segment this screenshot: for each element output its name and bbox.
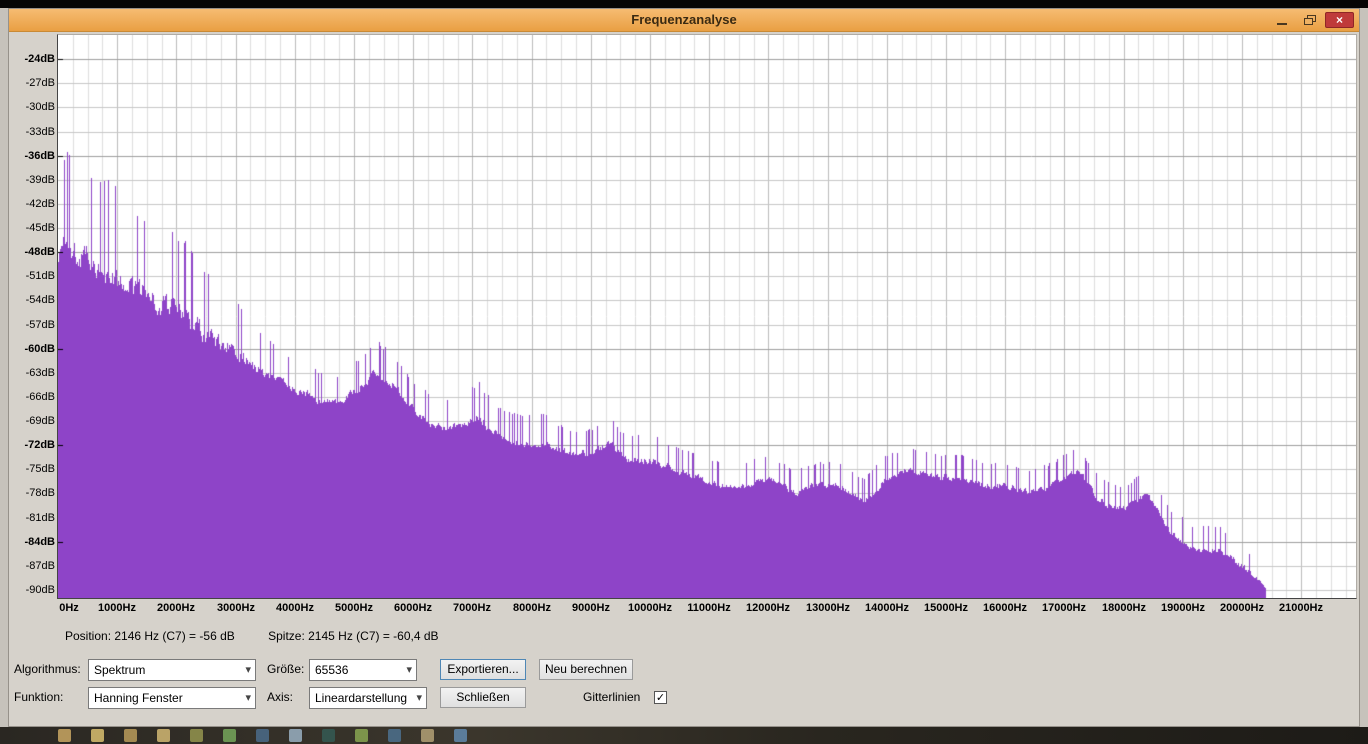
algorithm-select[interactable]: Spektrum ▾ [88,659,256,681]
function-value: Hanning Fenster [94,691,183,705]
x-tick-label: 3000Hz [217,602,255,614]
y-tick-label: -54dB [25,294,55,306]
axis-value: Lineardarstellung [315,691,408,705]
y-tick-label: -69dB [25,415,55,427]
y-tick-label: -57dB [25,319,55,331]
y-tick-label: -36dB [24,150,55,162]
gridlines-label: Gitterlinien [583,690,641,704]
desktop-icon[interactable] [454,729,467,742]
desktop-icon[interactable] [289,729,302,742]
y-tick-label: -78dB [25,487,55,499]
x-tick-label: 15000Hz [923,602,969,614]
check-icon: ✓ [655,692,666,704]
x-tick-label: 11000Hz [687,602,731,614]
y-tick-label: -60dB [24,343,55,355]
y-tick-label: -72dB [24,439,55,451]
peak-readout: Spitze: 2145 Hz (C7) = -60,4 dB [268,629,439,643]
desktop-icon[interactable] [322,729,335,742]
x-tick-label: 1000Hz [98,602,136,614]
y-tick-label: -45dB [25,222,55,234]
size-select[interactable]: 65536 ▾ [309,659,417,681]
x-tick-label: 18000Hz [1101,602,1147,614]
x-tick-label: 12000Hz [745,602,791,614]
titlebar[interactable]: Frequenzanalyse × [9,9,1359,32]
minimize-icon [1277,23,1287,25]
function-label: Funktion: [14,690,64,704]
x-tick-label: 20000Hz [1219,602,1265,614]
x-tick-label: 14000Hz [864,602,910,614]
x-axis: 0Hz 1000Hz 2000Hz 3000Hz 4000Hz 5000Hz 6000Hz 7… [57,601,1359,617]
chevron-down-icon: ▾ [406,664,412,676]
size-label: Größe: [267,662,305,676]
minimize-button[interactable] [1269,13,1295,28]
desktop-icon[interactable] [421,729,434,742]
spectrum-canvas[interactable] [58,35,1356,598]
frequency-analysis-window: Frequenzanalyse × -24dB -27dB -30dB -33dB -3… [8,8,1360,727]
export-button[interactable]: Exportieren... [440,659,526,680]
y-tick-label: -75dB [25,463,55,475]
x-tick-label: 6000Hz [394,602,432,614]
algorithm-value: Spektrum [94,663,146,677]
desktop-icon[interactable] [388,729,401,742]
x-tick-label: 17000Hz [1041,602,1087,614]
close-window-button[interactable]: × [1325,12,1354,28]
chevron-down-icon: ▾ [416,692,422,704]
axis-label: Axis: [267,690,294,704]
x-tick-label: 8000Hz [513,602,551,614]
desktop-icon[interactable] [58,729,71,742]
axis-select[interactable]: Lineardarstellung ▾ [309,687,427,709]
x-tick-label: 5000Hz [335,602,373,614]
y-tick-label: -24dB [24,53,55,65]
y-tick-label: -33dB [25,126,55,138]
y-tick-label: -30dB [25,101,55,113]
status-bar: Position: 2146 Hz (C7) = -56 dB Spitze: … [65,629,469,643]
y-tick-label: -48dB [24,246,55,258]
x-tick-label: 9000Hz [572,602,610,614]
desktop-icon[interactable] [190,729,203,742]
desktop-icon[interactable] [223,729,236,742]
restore-button[interactable] [1297,13,1323,28]
y-tick-label: -81dB [25,512,55,524]
chevron-down-icon: ▾ [245,664,251,676]
x-tick-label: 16000Hz [982,602,1028,614]
x-tick-label: 2000Hz [157,602,195,614]
y-tick-label: -27dB [25,77,55,89]
background-top-strip [0,0,1368,8]
y-tick-label: -39dB [25,174,55,186]
desktop-icon[interactable] [256,729,269,742]
cursor-position-readout: Position: 2146 Hz (C7) = -56 dB [65,629,235,643]
desktop-icon[interactable] [355,729,368,742]
size-value: 65536 [315,663,349,677]
window-title: Frequenzanalyse [631,12,737,27]
y-tick-label: -84dB [24,536,55,548]
close-dialog-button[interactable]: Schließen [440,687,526,708]
y-tick-label: -87dB [25,560,55,572]
y-tick-label: -63dB [25,367,55,379]
x-tick-label: 13000Hz [805,602,851,614]
x-tick-label: 19000Hz [1160,602,1206,614]
x-tick-label: 7000Hz [453,602,491,614]
x-tick-label: 10000Hz [627,602,673,614]
y-tick-label: -51dB [25,270,55,282]
function-select[interactable]: Hanning Fenster ▾ [88,687,256,709]
y-tick-label: -90dB [25,584,55,596]
spectrum-plot[interactable] [57,34,1357,599]
x-tick-label: 21000Hz [1278,602,1324,614]
gridlines-checkbox[interactable]: ✓ [654,691,667,704]
desktop-icon[interactable] [157,729,170,742]
y-axis: -24dB -27dB -30dB -33dB -36dB -39dB -42dB -45dB… [11,34,55,600]
y-tick-label: -66dB [25,391,55,403]
desktop-strip [0,727,1368,744]
desktop-icon[interactable] [124,729,137,742]
desktop-icon[interactable] [91,729,104,742]
chevron-down-icon: ▾ [245,692,251,704]
x-tick-label: 4000Hz [276,602,314,614]
y-tick-label: -42dB [25,198,55,210]
algorithm-label: Algorithmus: [14,662,81,676]
recalculate-button[interactable]: Neu berechnen [539,659,633,680]
